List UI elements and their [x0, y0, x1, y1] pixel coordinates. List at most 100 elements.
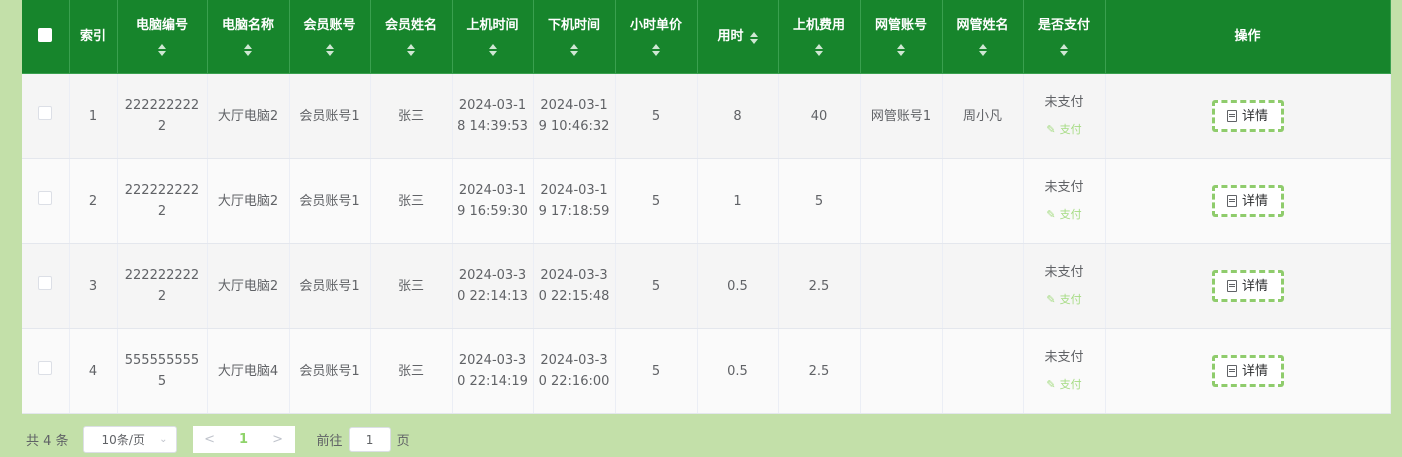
goto-label: 前往 — [316, 434, 343, 449]
select-all-header[interactable] — [22, 0, 70, 74]
row-checkbox[interactable] — [38, 190, 53, 205]
cell-member-name: 张三 — [370, 328, 453, 414]
cell-paid: 未支付 ✎ 支付 — [1023, 328, 1106, 414]
header-admin-name-label: 网管姓名 — [956, 17, 1009, 33]
cell-actions: 详情 — [1105, 328, 1391, 414]
sort-caret-icon[interactable] — [978, 43, 987, 56]
pay-link[interactable]: ✎ 支付 — [1046, 289, 1081, 310]
header-unit-price[interactable]: 小时单价 — [615, 0, 698, 74]
pay-label: 支付 — [1059, 378, 1082, 391]
cell-admin-name — [942, 243, 1024, 329]
sort-caret-icon[interactable] — [652, 43, 660, 56]
row-checkbox[interactable] — [38, 275, 53, 290]
page-size-select[interactable]: 10条/页 ⌄ — [82, 426, 177, 453]
sort-caret-icon[interactable] — [488, 43, 497, 56]
header-member-account[interactable]: 会员账号 — [289, 0, 371, 74]
row-select-cell[interactable] — [22, 243, 70, 329]
cell-admin-account — [860, 328, 943, 414]
cell-index: 3 — [69, 243, 118, 329]
table-row: 3 2222222222 大厅电脑2 会员账号1 张三 2024-03-30 22:14:… — [22, 243, 1391, 329]
header-hours-label: 用时 — [717, 28, 744, 44]
detail-button[interactable]: 详情 — [1211, 185, 1284, 217]
goto-page-input[interactable] — [348, 427, 391, 452]
header-member-account-label: 会员账号 — [303, 17, 356, 33]
header-pc-no-label: 电脑编号 — [135, 17, 188, 33]
header-end-time-label: 下机时间 — [547, 17, 600, 33]
header-start-time[interactable]: 上机时间 — [452, 0, 534, 74]
cell-paid: 未支付 ✎ 支付 — [1023, 158, 1106, 244]
header-member-name[interactable]: 会员姓名 — [370, 0, 453, 74]
pay-link[interactable]: ✎ 支付 — [1046, 204, 1081, 225]
cell-end-time: 2024-03-19 10:46:32 — [533, 73, 616, 159]
row-checkbox[interactable] — [38, 105, 53, 120]
header-admin-name[interactable]: 网管姓名 — [942, 0, 1024, 74]
header-member-name-label: 会员姓名 — [384, 17, 437, 33]
cell-pc-no: 5555555555 — [117, 328, 208, 414]
cell-pc-no: 2222222222 — [117, 243, 208, 329]
sort-caret-icon[interactable] — [244, 43, 252, 56]
sort-caret-icon[interactable] — [1060, 43, 1068, 56]
row-checkbox[interactable] — [38, 360, 53, 375]
sort-caret-icon[interactable] — [570, 43, 578, 56]
header-fee[interactable]: 上机费用 — [778, 0, 861, 74]
header-admin-account[interactable]: 网管账号 — [860, 0, 943, 74]
cell-index: 4 — [69, 328, 118, 414]
header-unit-price-label: 小时单价 — [629, 17, 682, 33]
cell-start-time: 2024-03-30 22:14:19 — [452, 328, 534, 414]
pay-label: 支付 — [1059, 293, 1082, 306]
document-icon — [1226, 195, 1237, 207]
chevron-left-icon[interactable]: < — [193, 432, 227, 447]
header-start-time-label: 上机时间 — [466, 17, 519, 33]
pay-link[interactable]: ✎ 支付 — [1046, 374, 1081, 395]
cell-fee: 5 — [778, 158, 861, 244]
row-select-cell[interactable] — [22, 328, 70, 414]
header-fee-label: 上机费用 — [792, 17, 845, 33]
cell-fee: 2.5 — [778, 243, 861, 329]
sort-caret-icon[interactable] — [407, 43, 415, 56]
header-paid[interactable]: 是否支付 — [1023, 0, 1106, 74]
cell-hours: 8 — [697, 73, 779, 159]
table-row: 1 2222222222 大厅电脑2 会员账号1 张三 2024-03-18 14:39:… — [22, 73, 1391, 159]
pencil-icon: ✎ — [1046, 293, 1056, 306]
header-hours[interactable]: 用时 — [697, 0, 779, 74]
header-paid-label: 是否支付 — [1037, 17, 1090, 33]
cell-paid: 未支付 ✎ 支付 — [1023, 243, 1106, 329]
detail-button[interactable]: 详情 — [1211, 355, 1284, 387]
chevron-right-icon[interactable]: > — [261, 432, 295, 447]
cell-end-time: 2024-03-30 22:16:00 — [533, 328, 616, 414]
header-end-time[interactable]: 下机时间 — [533, 0, 616, 74]
cell-hours: 1 — [697, 158, 779, 244]
cell-hours: 0.5 — [697, 243, 779, 329]
cell-admin-account: 网管账号1 — [860, 73, 943, 159]
header-actions-label: 操作 — [1234, 28, 1261, 44]
cell-admin-account — [860, 243, 943, 329]
cell-member-name: 张三 — [370, 73, 453, 159]
records-table: 索引 电脑编号 电脑名称 会员账号 会员姓名 上机时间 下机时间 小时单价 用时… — [22, 0, 1391, 414]
sort-caret-icon[interactable] — [897, 43, 905, 56]
header-pc-name[interactable]: 电脑名称 — [207, 0, 290, 74]
table-row: 4 5555555555 大厅电脑4 会员账号1 张三 2024-03-30 22:14:… — [22, 328, 1391, 414]
document-icon — [1226, 110, 1237, 122]
paid-status: 未支付 — [1044, 95, 1084, 110]
pay-label: 支付 — [1059, 123, 1082, 136]
detail-label: 详情 — [1241, 363, 1268, 379]
sort-caret-icon[interactable] — [325, 43, 334, 56]
select-all-checkbox[interactable] — [38, 27, 53, 42]
page-number-current[interactable]: 1 — [227, 432, 261, 447]
pager-box: < 1 > — [192, 426, 295, 453]
detail-button[interactable]: 详情 — [1211, 100, 1284, 132]
page-size-value: 10条/页 — [101, 433, 145, 447]
row-select-cell[interactable] — [22, 73, 70, 159]
header-pc-no[interactable]: 电脑编号 — [117, 0, 208, 74]
pay-link[interactable]: ✎ 支付 — [1046, 119, 1081, 140]
header-index: 索引 — [69, 0, 118, 74]
row-select-cell[interactable] — [22, 158, 70, 244]
cell-fee: 40 — [778, 73, 861, 159]
sort-caret-icon[interactable] — [815, 43, 823, 56]
cell-member-name: 张三 — [370, 158, 453, 244]
paid-status: 未支付 — [1044, 350, 1084, 365]
sort-caret-icon[interactable] — [749, 31, 758, 44]
detail-button[interactable]: 详情 — [1211, 270, 1284, 302]
cell-member-account: 会员账号1 — [289, 243, 371, 329]
sort-caret-icon[interactable] — [158, 43, 166, 56]
